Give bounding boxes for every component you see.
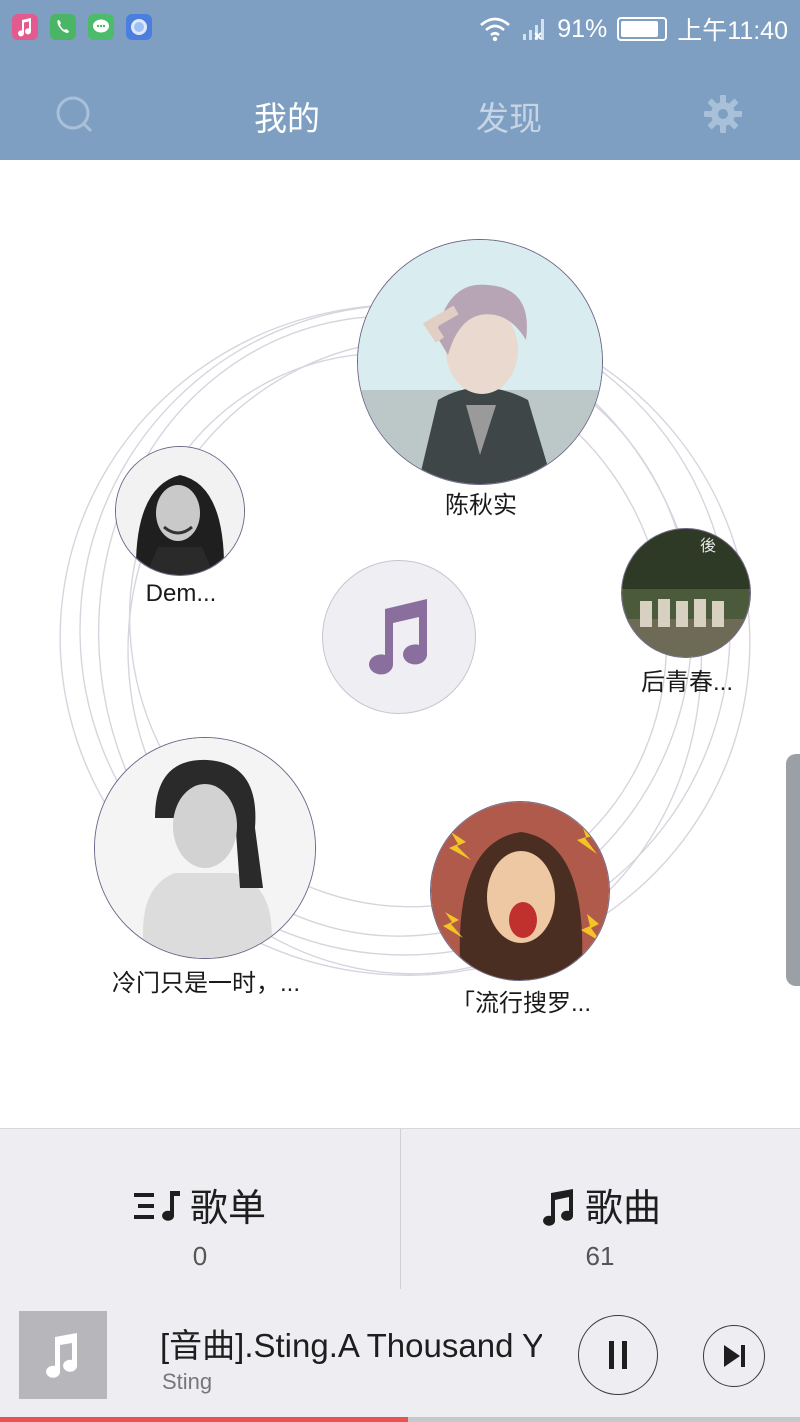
- playback-progress-fill: [0, 1417, 408, 1422]
- clock: 上午11:40: [677, 17, 788, 45]
- track-artist: Sting: [162, 1369, 213, 1394]
- artist-name: 冷门只是一时，...: [111, 970, 300, 997]
- music-note-icon: [369, 599, 427, 675]
- library-counters: 歌单 0 歌曲 61: [0, 1128, 800, 1290]
- music-note-icon: [543, 1189, 574, 1226]
- artist-name: Dem...: [145, 580, 217, 607]
- tab-mine[interactable]: 我的: [254, 92, 320, 140]
- artist-orbit-area: 陈秋实 Dem... 後 后青春... 冷门只是一时，... 「流行搜罗...: [0, 160, 800, 1128]
- settings-gear-icon[interactable]: [703, 94, 743, 134]
- artist-name: 「流行搜罗...: [450, 990, 591, 1017]
- status-bar: 91% 上午11:40: [0, 0, 800, 58]
- artist-name: 陈秋实: [445, 492, 517, 519]
- artist-avatar: 後: [621, 528, 751, 658]
- next-track-button[interactable]: [703, 1325, 765, 1387]
- center-music-button[interactable]: [322, 560, 476, 714]
- artist-avatar: [94, 737, 316, 959]
- playlists-counter[interactable]: 歌单 0: [0, 1129, 400, 1289]
- edge-drawer-handle[interactable]: [786, 754, 800, 986]
- songs-label: 歌曲: [584, 1188, 661, 1230]
- artist-bubble[interactable]: 冷门只是一时，...: [94, 737, 318, 997]
- artist-bubble[interactable]: 「流行搜罗...: [430, 801, 612, 1017]
- playlists-count: 0: [192, 1241, 208, 1271]
- artist-avatar: [115, 446, 245, 576]
- battery-percent: 91%: [557, 14, 608, 43]
- artist-avatar: [430, 801, 610, 981]
- battery-icon: [617, 17, 668, 41]
- search-icon[interactable]: [54, 94, 94, 134]
- artist-avatar: [357, 239, 603, 485]
- wifi-icon: [480, 17, 511, 42]
- skip-next-icon: [724, 1345, 745, 1367]
- artist-bubble[interactable]: 陈秋实: [357, 239, 605, 519]
- svg-text:後: 後: [700, 536, 716, 555]
- messages-app-icon: [88, 14, 114, 40]
- pause-button[interactable]: [578, 1315, 658, 1395]
- playlist-icon: [133, 1191, 180, 1221]
- signal-icon: [523, 19, 545, 40]
- songs-count: 61: [585, 1241, 615, 1271]
- phone-app-icon: [50, 14, 76, 40]
- artist-bubble[interactable]: Dem...: [115, 446, 247, 607]
- music-app-icon: [12, 14, 38, 40]
- playback-progress[interactable]: [0, 1417, 800, 1422]
- playlists-label: 歌单: [189, 1188, 266, 1230]
- music-note-icon: [46, 1333, 78, 1378]
- mini-player: [音曲].Sting.A Thousand Years Sting: [0, 1289, 800, 1422]
- artist-name: 后青春...: [640, 669, 733, 696]
- track-title[interactable]: [音曲].Sting.A Thousand Years: [160, 1319, 542, 1367]
- browser-app-icon: [126, 14, 152, 40]
- tab-discover[interactable]: 发现: [476, 92, 542, 140]
- artist-bubble[interactable]: 後 后青春...: [621, 528, 753, 696]
- top-nav: 我的 发现: [0, 58, 800, 160]
- songs-counter[interactable]: 歌曲 61: [400, 1129, 800, 1289]
- album-art-thumbnail[interactable]: [19, 1311, 107, 1399]
- pause-icon: [609, 1341, 627, 1369]
